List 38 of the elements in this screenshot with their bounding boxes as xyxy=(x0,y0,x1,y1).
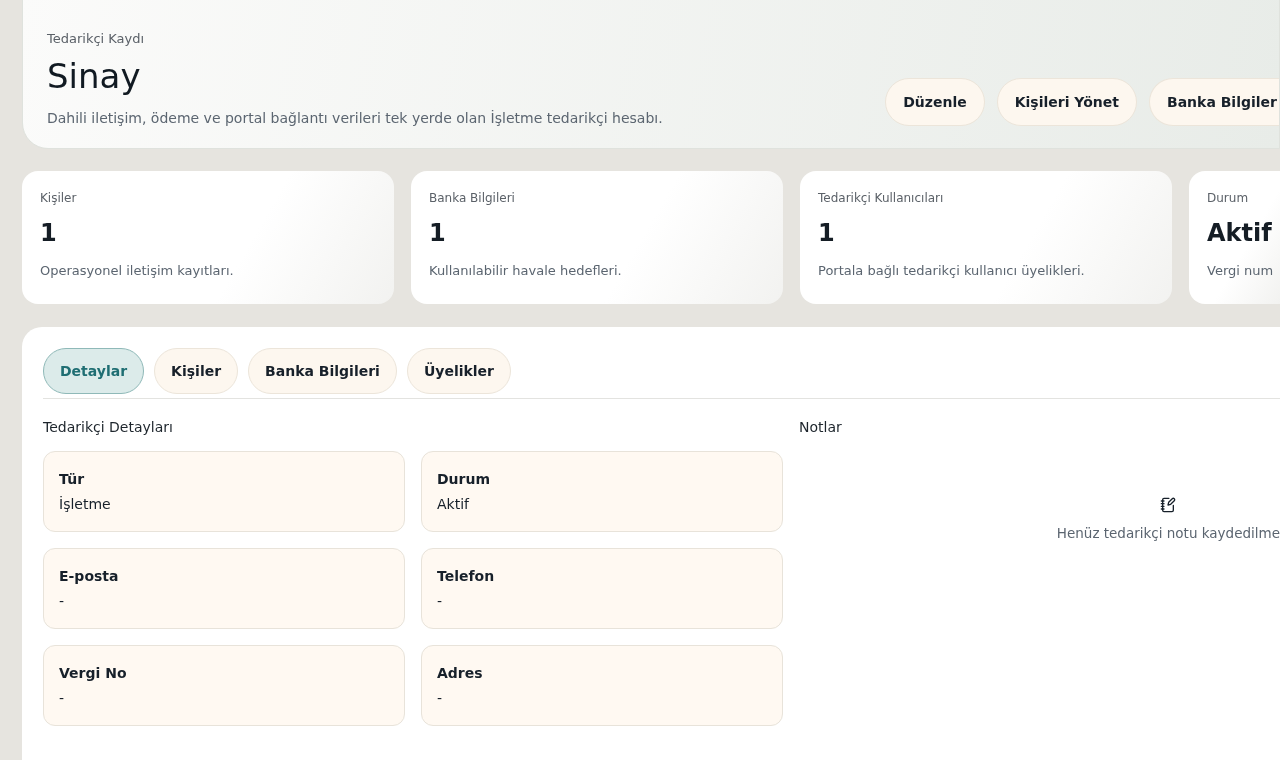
notebook-pen-icon xyxy=(1160,497,1177,513)
field-label: Adres xyxy=(437,665,484,681)
description-text: Dahili iletişim, ödeme ve portal bağlantı verileri tek yerde olan İşletme tedarikçi hesabı. xyxy=(47,110,663,126)
section-title: Tedarikçi Detayları xyxy=(43,419,174,435)
action-button[interactable]: Kişileri Yönet xyxy=(996,78,1137,126)
empty-notes-text: Henüz tedarikçi notu kaydedilme xyxy=(1056,525,1280,541)
stat-label: Durum xyxy=(1207,191,1250,205)
stat-note: Operasyonel iletişim kayıtları. xyxy=(40,263,235,278)
field-value: Aktif xyxy=(437,496,471,512)
field-value: İşletme xyxy=(59,496,112,512)
stat-value: 1 xyxy=(818,219,836,247)
field-label: Durum xyxy=(437,471,492,487)
field-value: - xyxy=(59,690,66,706)
stat-note: Portala bağlı tedarikçi kullanıcı üyelikleri. xyxy=(818,263,1086,278)
field-label: E-posta xyxy=(59,568,120,584)
tab[interactable]: Banka Bilgileri xyxy=(248,348,397,394)
stat-note: Vergi num xyxy=(1207,263,1275,278)
stat-note: Kullanılabilir havale hedefleri. xyxy=(429,263,623,278)
field-value: - xyxy=(437,593,444,609)
field-value: - xyxy=(59,593,66,609)
page-title: Sinay xyxy=(47,56,142,96)
field-label: Telefon xyxy=(437,568,496,584)
eyebrow-text: Tedarikçi Kaydı xyxy=(47,31,146,46)
stat-label: Tedarikçi Kullanıcıları xyxy=(818,191,945,205)
stat-label: Kişiler xyxy=(40,191,78,205)
field-label: Vergi No xyxy=(59,665,128,681)
field-label: Tür xyxy=(59,471,86,487)
stat-label: Banka Bilgileri xyxy=(429,191,516,205)
action-button[interactable]: Düzenle xyxy=(885,78,985,126)
tab[interactable]: Üyelikler xyxy=(406,348,511,394)
tab[interactable]: Kişiler xyxy=(154,348,239,394)
action-button[interactable]: Banka Bilgiler xyxy=(1149,78,1279,126)
section-title: Notlar xyxy=(799,419,843,435)
field-value: - xyxy=(437,690,444,706)
stat-value: 1 xyxy=(429,219,447,247)
tab[interactable]: Detaylar xyxy=(43,348,145,394)
stat-value: Aktif xyxy=(1207,219,1273,247)
stat-value: 1 xyxy=(40,219,58,247)
